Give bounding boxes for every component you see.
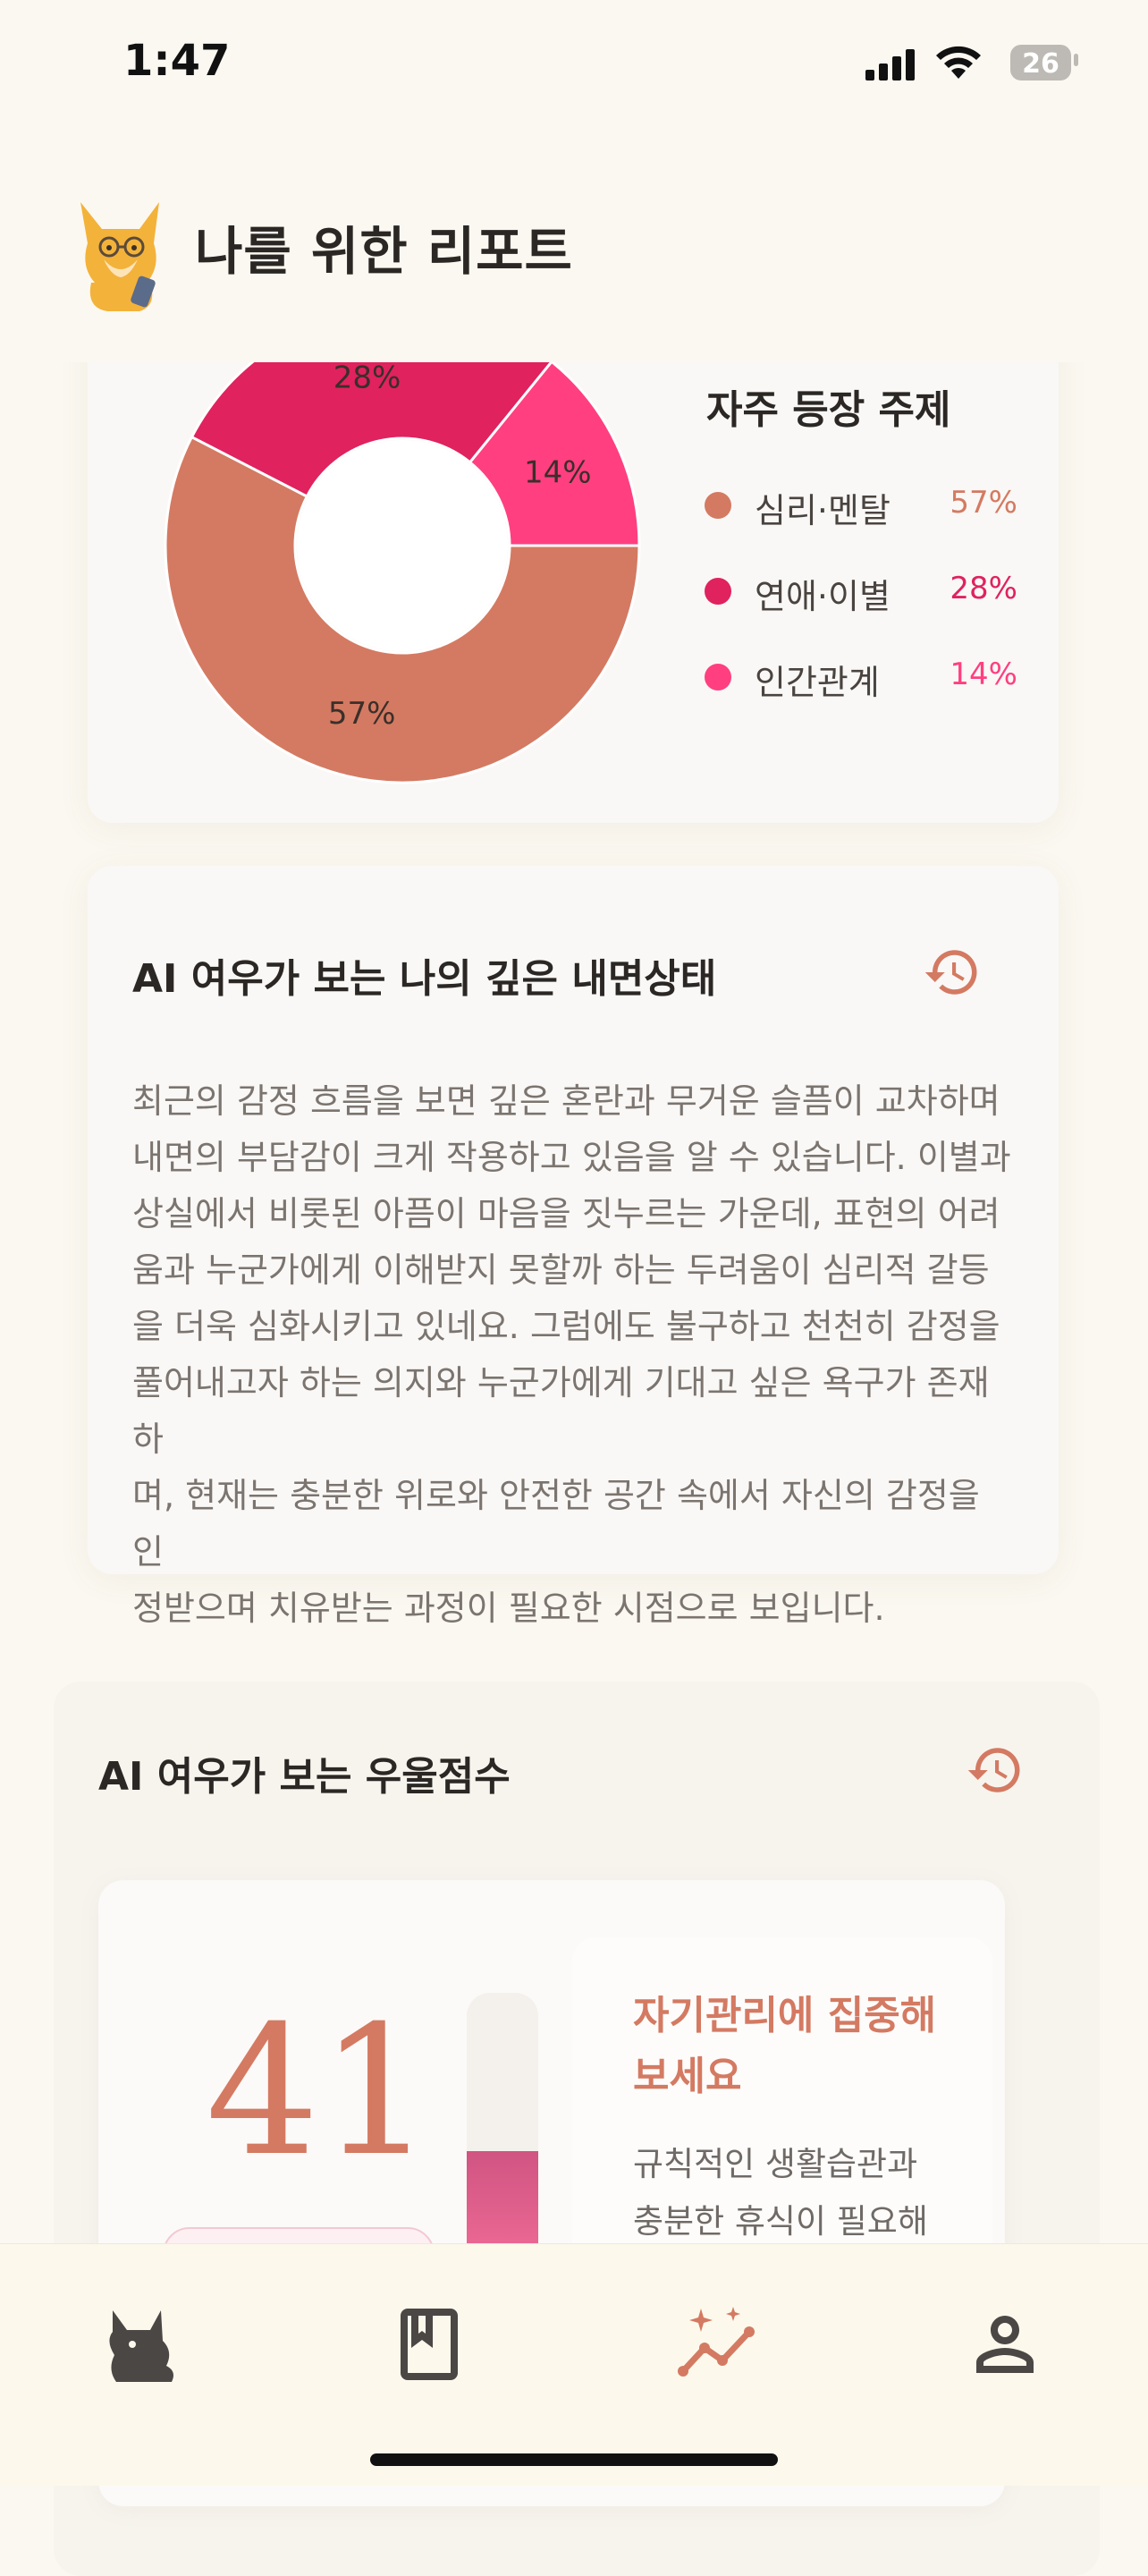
tab-journal[interactable] [386, 2301, 472, 2387]
legend-label: 연애·이별 [755, 577, 891, 616]
legend-item-mental[interactable]: 심리·멘탈 57% [705, 478, 1017, 531]
battery-level: 26 [1022, 48, 1059, 80]
legend-value: 57% [950, 485, 1017, 521]
depression-score-value: 41 [206, 1987, 434, 2196]
depression-score-title: AI 여우가 보는 우울점수 [98, 1754, 511, 1800]
paragraph-line: 상실에서 비롯된 아픔이 마음을 짓누르는 가운데, 표현의 어려 [132, 1194, 1000, 1233]
paragraph-line: 움과 누군가에게 이해받지 못할까 하는 두려움이 심리적 갈등 [132, 1250, 990, 1290]
inner-state-text: 최근의 감정 흐름을 보면 깊은 혼란과 무거운 슬픔이 교차하며 내면의 부담… [132, 1073, 1017, 1637]
tab-profile[interactable] [962, 2301, 1048, 2387]
history-icon[interactable] [923, 943, 982, 1002]
advice-title: 자기관리에 집중해 보세요 [633, 1986, 991, 2107]
legend-value: 14% [950, 657, 1017, 692]
legend-dot-romance [705, 578, 731, 605]
status-time: 1:47 [123, 36, 231, 86]
donut-slice-label: 57% [328, 696, 396, 732]
donut-slice-label: 28% [333, 360, 401, 396]
paragraph-line: 내면의 부담감이 크게 작용하고 있음을 알 수 있습니다. 이별과 [132, 1138, 1011, 1177]
history-icon[interactable] [966, 1741, 1025, 1800]
app-header: 나를 위한 리포트 [0, 161, 1148, 362]
tab-home[interactable] [97, 2301, 182, 2387]
legend-title: 자주 등장 주제 [706, 387, 951, 433]
sparkle-chart-icon [678, 2307, 755, 2377]
donut-hole [297, 440, 508, 651]
topics-donut-chart: 57% 28% 14% [164, 307, 641, 784]
legend-dot-mental [705, 492, 731, 519]
legend-dot-relationships [705, 664, 731, 691]
legend-item-romance[interactable]: 연애·이별 28% [705, 564, 1017, 617]
advice-title-line: 자기관리에 집중해 [633, 1993, 937, 2038]
cellular-signal-icon [865, 49, 915, 80]
legend-item-relationships[interactable]: 인간관계 14% [705, 649, 1017, 703]
legend-label: 인간관계 [755, 663, 880, 702]
book-icon [401, 2309, 458, 2380]
page-title: 나를 위한 리포트 [195, 221, 573, 282]
advice-title-line: 보세요 [633, 2054, 742, 2099]
donut-slice-label: 14% [524, 454, 592, 490]
tab-bar [0, 2243, 1148, 2486]
advice-line: 충분한 휴식이 필요해 [633, 2202, 928, 2241]
battery-icon: 26 [1010, 45, 1071, 80]
profile-icon [976, 2316, 1034, 2373]
fox-reading-phone-icon [80, 202, 159, 311]
advice-text: 규칙적인 생활습관과 충분한 휴식이 필요해 [633, 2136, 991, 2250]
paragraph-line: 정받으며 치유받는 과정이 필요한 시점으로 보입니다. [132, 1589, 885, 1628]
inner-state-title: AI 여우가 보는 나의 깊은 내면상태 [132, 956, 717, 1002]
legend-label: 심리·멘탈 [755, 491, 891, 530]
battery-tip [1074, 54, 1078, 66]
fox-home-icon [109, 2310, 173, 2382]
status-icons: 26 [865, 41, 1078, 88]
wifi-icon [936, 46, 981, 79]
home-indicator [370, 2453, 778, 2466]
tab-report[interactable] [674, 2301, 760, 2387]
paragraph-line: 최근의 감정 흐름을 보면 깊은 혼란과 무거운 슬픔이 교차하며 [132, 1081, 1000, 1121]
paragraph-line: 며, 현재는 충분한 위로와 안전한 공간 속에서 자신의 감정을 인 [132, 1476, 980, 1572]
paragraph-line: 을 더욱 심화시키고 있네요. 그럼에도 불구하고 천천히 감정을 [132, 1307, 1000, 1346]
advice-line: 규칙적인 생활습관과 [633, 2145, 918, 2183]
paragraph-line: 풀어내고자 하는 의지와 누군가에게 기대고 싶은 욕구가 존재하 [132, 1363, 990, 1459]
legend-value: 28% [950, 571, 1017, 606]
